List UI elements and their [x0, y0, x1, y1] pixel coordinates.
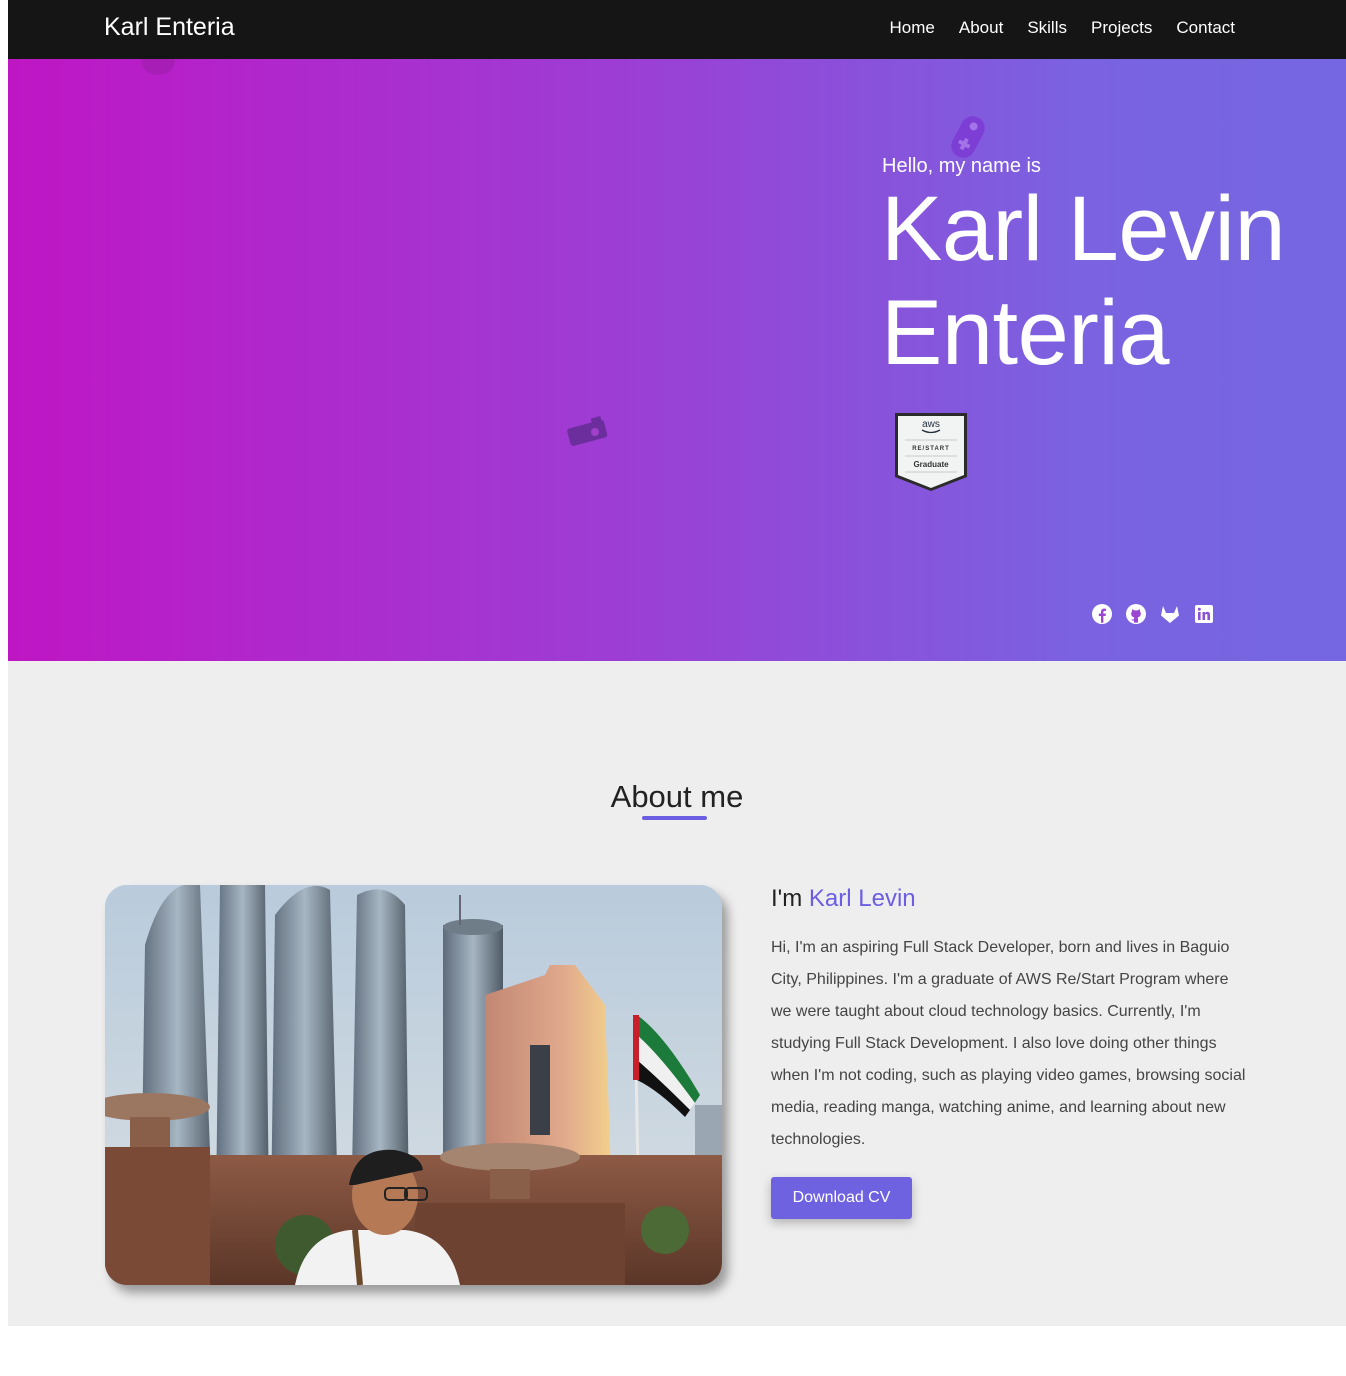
camera-icon	[567, 416, 608, 446]
nav-home-link[interactable]: Home	[890, 18, 935, 38]
linkedin-link[interactable]	[1193, 603, 1215, 625]
github-link[interactable]	[1125, 603, 1147, 625]
about-intro: I'm Karl Levin	[771, 885, 916, 913]
hero-name: Karl Levin Enteria	[881, 177, 1286, 385]
title-underline	[642, 816, 707, 820]
gitlab-icon	[1161, 606, 1179, 623]
github-icon	[1126, 604, 1146, 624]
download-cv-button[interactable]: Download CV	[771, 1177, 912, 1219]
hero-section: Hello, my name is Karl Levin Enteria aws…	[8, 59, 1346, 661]
navbar: Karl Enteria Home About Skills Projects …	[8, 0, 1346, 59]
nav-contact-link[interactable]: Contact	[1176, 18, 1235, 38]
blob-icon	[141, 59, 175, 75]
social-links	[1091, 603, 1215, 625]
badge-line2: Graduate	[913, 460, 949, 469]
nav-skills-link[interactable]: Skills	[1027, 18, 1067, 38]
badge-logo: aws	[922, 419, 940, 430]
hero-name-line2: Enteria	[881, 282, 1170, 384]
brand-link[interactable]: Karl Enteria	[104, 13, 235, 42]
linkedin-icon	[1195, 605, 1213, 623]
hero-greeting: Hello, my name is	[882, 155, 1041, 177]
hero-name-line1: Karl Levin	[881, 178, 1286, 280]
facebook-icon	[1092, 604, 1112, 624]
gitlab-link[interactable]	[1159, 603, 1181, 625]
aws-restart-badge: aws RE/START Graduate	[895, 413, 967, 491]
intro-prefix: I'm	[771, 885, 809, 912]
about-section: About me I'm Karl Levin Hi, I'm an aspir…	[8, 661, 1346, 1326]
profile-photo-illustration	[105, 885, 722, 1285]
intro-name: Karl Levin	[808, 885, 916, 912]
about-title: About me	[610, 779, 744, 814]
profile-photo	[105, 885, 722, 1285]
nav-about-link[interactable]: About	[959, 18, 1003, 38]
nav-links: Home About Skills Projects Contact	[890, 18, 1235, 38]
badge-line1: RE/START	[912, 446, 950, 452]
nav-projects-link[interactable]: Projects	[1091, 18, 1152, 38]
about-bio: Hi, I'm an aspiring Full Stack Developer…	[771, 939, 1246, 1148]
page: Karl Enteria Home About Skills Projects …	[8, 0, 1346, 1326]
facebook-link[interactable]	[1091, 603, 1113, 625]
